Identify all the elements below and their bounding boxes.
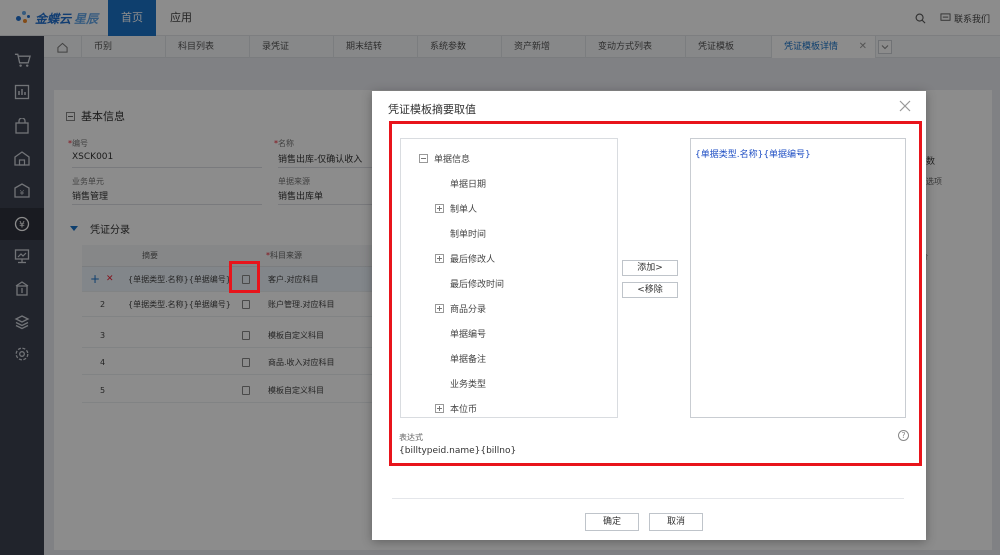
collapse-icon[interactable] — [419, 154, 428, 163]
tree-node-creator[interactable]: 制单人 — [435, 202, 477, 215]
expand-icon[interactable] — [435, 204, 444, 213]
cancel-button[interactable]: 取消 — [649, 513, 703, 531]
selected-expression-box[interactable]: {单据类型.名称}{单据编号} — [690, 138, 906, 418]
ok-button[interactable]: 确定 — [585, 513, 639, 531]
tree-node-bill-remark[interactable]: 单据备注 — [450, 352, 486, 365]
close-icon[interactable] — [898, 99, 912, 113]
help-icon[interactable]: ? — [898, 430, 909, 441]
expression-value: {billtypeid.name}{billno} — [399, 446, 517, 456]
expression-label: 表达式 — [399, 433, 423, 442]
tree-node-bill-no[interactable]: 单据编号 — [450, 327, 486, 340]
tree-node-create-time[interactable]: 制单时间 — [450, 227, 486, 240]
dialog-title: 凭证模板摘要取值 — [388, 103, 476, 116]
tree-node-bill-info[interactable]: 单据信息 — [419, 152, 470, 165]
selected-expression-text: {单据类型.名称}{单据编号} — [695, 150, 811, 160]
expand-icon[interactable] — [435, 254, 444, 263]
field-tree: 单据信息 单据日期 制单人 制单时间 最后修改人 最后修改时间 商品分录 单据编… — [400, 138, 618, 418]
add-button[interactable]: 添加> — [622, 260, 678, 276]
tree-node-bill-date[interactable]: 单据日期 — [450, 177, 486, 190]
remove-button[interactable]: <移除 — [622, 282, 678, 298]
expand-icon[interactable] — [435, 304, 444, 313]
tree-node-biz-type[interactable]: 业务类型 — [450, 377, 486, 390]
expand-icon[interactable] — [435, 404, 444, 413]
tree-node-goods-entry[interactable]: 商品分录 — [435, 302, 486, 315]
dialog-body-highlight: 单据信息 单据日期 制单人 制单时间 最后修改人 最后修改时间 商品分录 单据编… — [389, 121, 922, 466]
tree-node-modify-time[interactable]: 最后修改时间 — [450, 277, 504, 290]
summary-value-dialog: 凭证模板摘要取值 单据信息 单据日期 制单人 制单时间 最后修改人 最后修改时间… — [372, 91, 926, 540]
tree-node-base-currency[interactable]: 本位币 — [435, 402, 477, 415]
tree-node-modifier[interactable]: 最后修改人 — [435, 252, 495, 265]
summary-picker-highlight[interactable] — [229, 261, 260, 293]
dialog-divider — [392, 498, 904, 499]
